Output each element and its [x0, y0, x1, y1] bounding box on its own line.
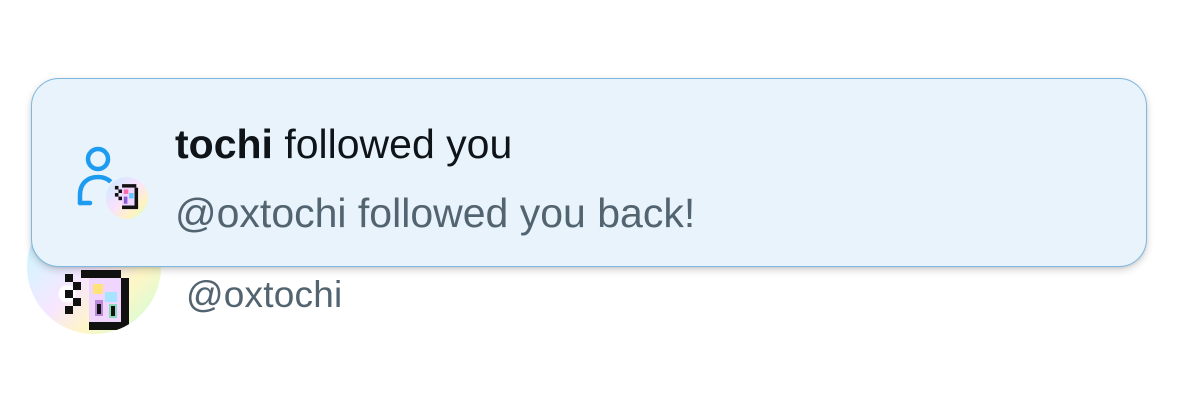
- mini-avatar: [104, 175, 150, 221]
- mini-pixel-art-icon: [114, 184, 139, 210]
- notification-title: tochi followed you: [175, 121, 512, 168]
- notification-action-text: followed you: [284, 121, 513, 167]
- follow-notification-toast[interactable]: tochi followed you @oxtochi followed you…: [31, 78, 1147, 267]
- notification-message: @oxtochi followed you back!: [175, 190, 696, 236]
- pixel-art-avatar-icon: [65, 270, 129, 330]
- notification-user-name[interactable]: tochi: [175, 121, 273, 167]
- notification-icon-group: [76, 143, 154, 225]
- profile-handle: @oxtochi: [186, 274, 343, 315]
